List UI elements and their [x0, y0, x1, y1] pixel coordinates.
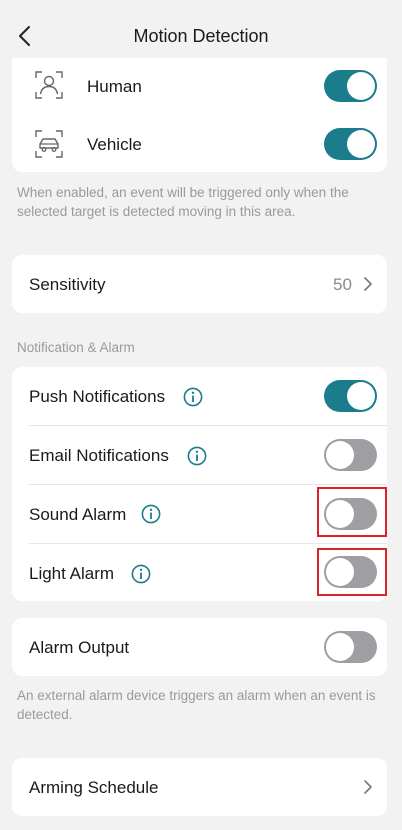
sound-alarm-label: Sound Alarm [29, 505, 127, 524]
push-notifications-row: Push Notifications [12, 367, 387, 425]
sound-alarm-highlight-box [317, 487, 387, 537]
human-toggle[interactable] [324, 70, 377, 102]
arming-schedule-label: Arming Schedule [29, 778, 159, 797]
arming-schedule-card[interactable]: Arming Schedule [12, 758, 387, 816]
alarm-output-toggle[interactable] [324, 631, 377, 663]
sensitivity-card[interactable]: Sensitivity 50 [12, 255, 387, 313]
info-icon[interactable] [141, 504, 161, 524]
vehicle-target-icon [35, 130, 63, 158]
page-title: Motion Detection [133, 26, 269, 46]
human-row: Human [12, 58, 387, 116]
sensitivity-value: 50 [333, 275, 352, 294]
email-notifications-row: Email Notifications [12, 426, 387, 484]
toggle-knob [326, 633, 354, 661]
alarm-output-label: Alarm Output [29, 638, 130, 657]
push-notifications-label: Push Notifications [29, 387, 166, 406]
header-bar: Motion Detection [0, 0, 402, 62]
info-icon[interactable] [131, 564, 151, 584]
info-icon[interactable] [183, 387, 203, 407]
notification-section-label: Notification & Alarm [17, 340, 135, 355]
human-target-icon [35, 71, 63, 99]
toggle-knob [326, 441, 354, 469]
vehicle-toggle[interactable] [324, 128, 377, 160]
info-icon[interactable] [187, 446, 207, 466]
chevron-right-icon [364, 780, 372, 794]
vehicle-label: Vehicle [87, 135, 142, 154]
toggle-knob [347, 72, 375, 100]
email-notifications-label: Email Notifications [29, 446, 169, 465]
toggle-knob [347, 382, 375, 410]
email-notifications-toggle[interactable] [324, 439, 377, 471]
target-note: When enabled, an event will be triggered… [17, 185, 349, 219]
alarm-output-card: Alarm Output [12, 618, 387, 676]
human-label: Human [87, 77, 142, 96]
vehicle-row: Vehicle [12, 116, 387, 172]
light-alarm-highlight-box [317, 548, 387, 596]
alarm-output-note: An external alarm device triggers an ala… [17, 688, 376, 722]
sensitivity-label: Sensitivity [29, 275, 106, 294]
push-notifications-toggle[interactable] [324, 380, 377, 412]
target-card: Human Vehicle [12, 58, 387, 172]
toggle-knob [347, 130, 375, 158]
light-alarm-label: Light Alarm [29, 564, 115, 583]
chevron-right-icon [364, 277, 372, 291]
